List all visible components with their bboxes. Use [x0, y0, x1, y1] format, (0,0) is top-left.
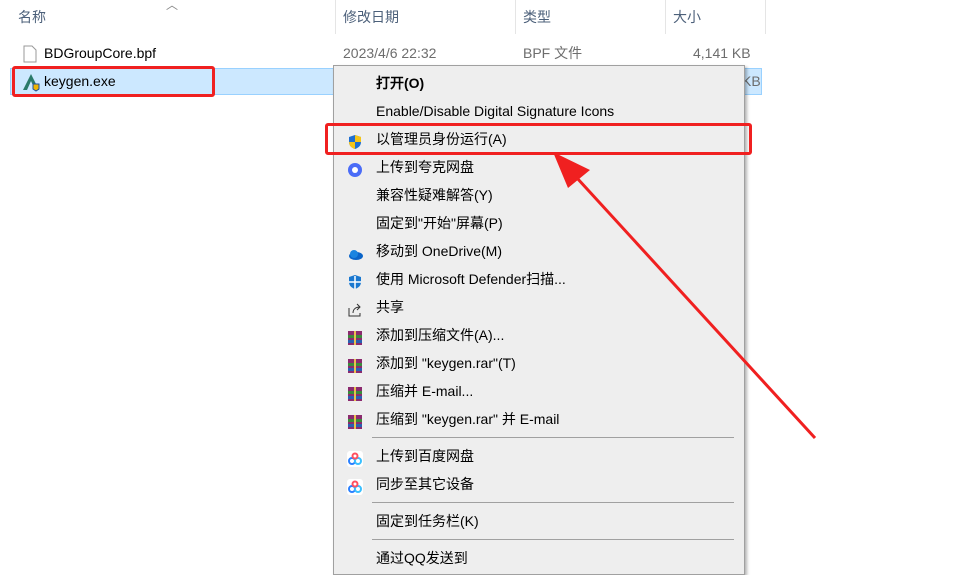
- annotation-arrow-icon: [553, 152, 817, 440]
